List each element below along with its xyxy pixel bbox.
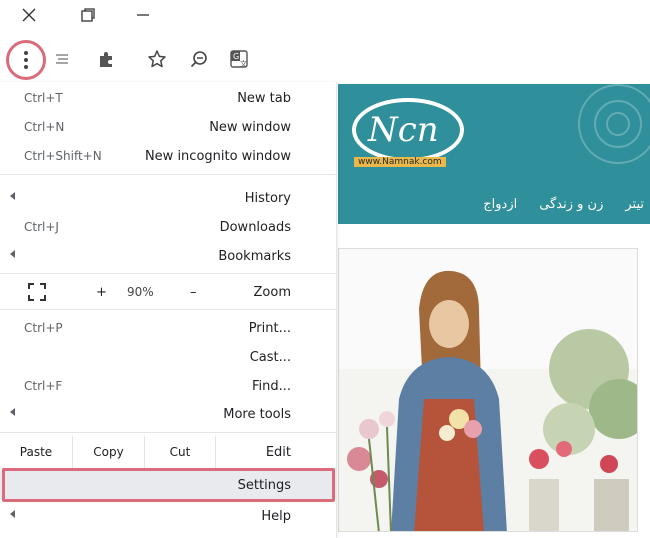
- cut-button[interactable]: Cut: [144, 436, 216, 468]
- menu-item-new-window[interactable]: Ctrl+N New window: [0, 113, 337, 141]
- restore-icon: [81, 8, 95, 22]
- menu-item-more-tools[interactable]: More tools: [0, 400, 337, 428]
- zoom-level: 90%: [127, 285, 154, 299]
- svg-text:G: G: [233, 52, 239, 61]
- menu-item-new-tab[interactable]: Ctrl+T New tab: [0, 84, 337, 112]
- bookmark-star-button[interactable]: [144, 46, 170, 72]
- menu-item-bookmarks[interactable]: Bookmarks: [0, 242, 337, 270]
- menu-item-label: Print...: [248, 320, 291, 336]
- article-photo[interactable]: [338, 248, 638, 532]
- zoom-in-button[interactable]: +: [96, 285, 107, 300]
- extensions-button[interactable]: [94, 46, 120, 72]
- menu-item-label: New tab: [237, 90, 291, 106]
- submenu-arrow-icon: [10, 510, 15, 518]
- reading-list-button[interactable]: [48, 46, 74, 72]
- menu-separator: [0, 432, 337, 433]
- menu-item-shortcut: Ctrl+J: [24, 220, 59, 234]
- menu-separator: [0, 309, 337, 310]
- menu-item-shortcut: Ctrl+P: [24, 321, 63, 335]
- menu-separator: [0, 174, 337, 175]
- browser-menu: Ctrl+T New tab Ctrl+N New window Ctrl+Sh…: [0, 82, 337, 538]
- zoom-out-button[interactable]: [186, 46, 212, 72]
- menu-item-label: New window: [209, 119, 291, 135]
- web-page: Ncn www.Namnak.com ازدواج زن و زندگی تیت…: [338, 84, 650, 538]
- reading-list-icon: [56, 54, 68, 64]
- menu-item-label: Bookmarks: [218, 248, 291, 264]
- fullscreen-button[interactable]: [28, 283, 46, 301]
- menu-item-cast[interactable]: Cast...: [0, 343, 337, 371]
- submenu-arrow-icon: [10, 250, 15, 258]
- restore-window-button[interactable]: [73, 2, 103, 28]
- menu-item-label: Downloads: [219, 219, 291, 235]
- florist-photo-image: [339, 249, 637, 531]
- minimize-window-button[interactable]: [128, 2, 158, 28]
- menu-item-shortcut: Ctrl+N: [24, 120, 65, 134]
- menu-button[interactable]: [6, 40, 46, 80]
- title-bar: [0, 0, 650, 32]
- menu-item-label: Cast...: [249, 349, 291, 365]
- bookmark-star-icon: [148, 50, 166, 68]
- translate-icon: G文: [230, 50, 248, 68]
- site-logo-url: www.Namnak.com: [354, 157, 446, 167]
- menu-item-label: History: [244, 190, 291, 206]
- nav-link[interactable]: تیتر: [625, 197, 644, 212]
- site-banner: Ncn www.Namnak.com: [338, 84, 650, 184]
- menu-item-print[interactable]: Ctrl+P Print...: [0, 314, 337, 342]
- close-icon: [22, 8, 36, 22]
- menu-item-help[interactable]: Help: [0, 502, 337, 530]
- menu-item-label: Help: [261, 508, 291, 524]
- menu-item-label: New incognito window: [144, 148, 291, 164]
- paste-button[interactable]: Paste: [0, 436, 72, 468]
- menu-item-new-incognito[interactable]: Ctrl+Shift+N New incognito window: [0, 142, 337, 170]
- menu-item-shortcut: Ctrl+F: [24, 379, 63, 393]
- menu-item-label: More tools: [223, 406, 291, 422]
- nav-link[interactable]: ازدواج: [483, 197, 517, 212]
- menu-item-edit: Paste Copy Cut Edit: [0, 436, 337, 468]
- menu-item-shortcut: Ctrl+Shift+N: [24, 149, 102, 163]
- menu-item-shortcut: Ctrl+T: [24, 91, 63, 105]
- nav-link[interactable]: زن و زندگی: [539, 197, 603, 212]
- copy-button[interactable]: Copy: [72, 436, 144, 468]
- zoom-out-icon: [190, 51, 207, 68]
- translate-button[interactable]: G文: [226, 46, 252, 72]
- menu-item-find[interactable]: Ctrl+F Find...: [0, 372, 337, 400]
- menu-dots-icon: [24, 51, 28, 69]
- submenu-arrow-icon: [10, 408, 15, 416]
- site-logo-text: Ncn: [368, 110, 439, 150]
- menu-item-downloads[interactable]: Ctrl+J Downloads: [0, 213, 337, 241]
- extensions-icon: [100, 52, 112, 67]
- fullscreen-icon: [28, 283, 46, 301]
- settings-highlight-box: [2, 468, 335, 502]
- submenu-arrow-icon: [10, 192, 15, 200]
- menu-item-label: Find...: [251, 378, 291, 394]
- menu-item-zoom: + 90% – Zoom: [0, 278, 337, 306]
- menu-item-label: Edit: [265, 444, 291, 460]
- menu-separator: [0, 273, 337, 274]
- close-window-button[interactable]: [14, 2, 44, 28]
- minimize-icon: [137, 14, 149, 16]
- decor-ring: [606, 112, 630, 136]
- browser-toolbar: G文: [0, 36, 650, 82]
- svg-text:文: 文: [240, 59, 247, 68]
- zoom-out-menu-button[interactable]: –: [190, 285, 197, 300]
- menu-item-history[interactable]: History: [0, 184, 337, 212]
- menu-item-label: Zoom: [253, 284, 291, 300]
- site-nav: ازدواج زن و زندگی تیتر: [338, 184, 650, 224]
